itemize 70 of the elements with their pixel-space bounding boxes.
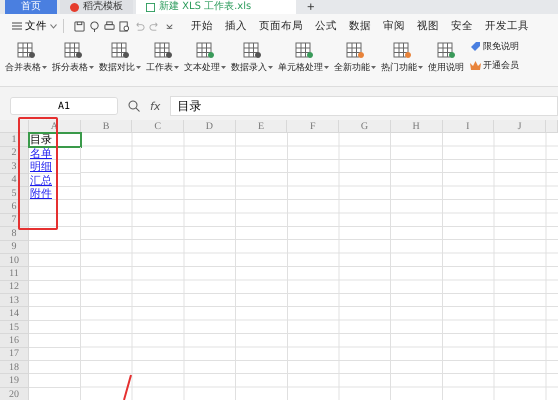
column-header[interactable]: G — [339, 120, 391, 134]
row-header[interactable]: 12 — [0, 280, 29, 294]
tag-icon — [470, 41, 481, 52]
sheet-link[interactable]: 明细 — [30, 160, 52, 174]
row-header[interactable]: 10 — [0, 254, 29, 268]
column-header[interactable]: I — [442, 120, 494, 134]
column-header[interactable]: E — [236, 120, 288, 134]
row-header[interactable]: 13 — [0, 294, 29, 308]
row-header[interactable]: 14 — [0, 307, 29, 321]
menu-tab[interactable]: 视图 — [411, 19, 445, 33]
ribbon-button[interactable]: 合并表格 — [4, 40, 48, 74]
menu-tab[interactable]: 审阅 — [377, 19, 411, 33]
save-icon[interactable] — [74, 20, 85, 32]
column-header[interactable]: J — [494, 120, 546, 134]
file-menu[interactable]: 文件 — [6, 19, 64, 33]
ribbon-button[interactable]: 数据对比 — [98, 40, 142, 74]
menu-tab[interactable]: 安全 — [445, 19, 479, 33]
column-header[interactable]: F — [287, 120, 340, 134]
menu-tab[interactable]: 数据 — [343, 19, 377, 33]
sheet-link[interactable]: 汇总 — [30, 174, 52, 187]
row-header[interactable]: 11 — [0, 267, 29, 281]
ribbon-button[interactable]: 文本处理 — [183, 40, 227, 74]
menu-tab[interactable]: 公式 — [309, 19, 343, 33]
row-header[interactable]: 20 — [0, 388, 29, 400]
menu-tab[interactable]: 页面布局 — [253, 19, 309, 33]
column-header[interactable]: H — [390, 120, 442, 134]
ribbon-button[interactable]: 单元格处理 — [277, 40, 330, 74]
preview-icon[interactable] — [119, 20, 130, 32]
sheet-link[interactable]: 附件 — [30, 186, 52, 200]
row-header[interactable]: 16 — [0, 334, 29, 348]
row-header[interactable]: 18 — [0, 361, 29, 374]
spreadsheet-icon — [146, 2, 155, 12]
crown-icon — [470, 61, 481, 70]
promo-link[interactable]: 开通会员 — [470, 59, 519, 72]
ribbon-button[interactable]: 使用说明 — [427, 40, 465, 74]
ribbon-button[interactable]: 数据录入 — [230, 40, 274, 74]
menu-icon — [12, 22, 22, 30]
row-header[interactable]: 8 — [0, 227, 29, 241]
formula-field[interactable]: 目录 — [170, 96, 558, 116]
new-tab-button[interactable]: + — [299, 0, 323, 14]
row-header[interactable]: 17 — [0, 348, 29, 362]
document-tab[interactable]: 新建 XLS 工作表.xls — [136, 0, 296, 14]
cell-text: 目录 — [30, 133, 52, 146]
row-header[interactable]: 19 — [0, 374, 29, 388]
cell-reference-field[interactable]: A1 — [10, 97, 118, 115]
row-header[interactable]: 15 — [0, 320, 29, 334]
menu-tab[interactable]: 开发工具 — [479, 19, 535, 33]
row-header[interactable]: 3 — [0, 160, 29, 174]
function-label[interactable]: fx — [150, 100, 160, 112]
ribbon-button[interactable]: 工作表 — [145, 40, 180, 74]
logo-icon — [70, 2, 79, 12]
document-tab[interactable]: 稻壳模板 — [60, 0, 133, 14]
column-header[interactable]: B — [80, 120, 132, 134]
menu-tab[interactable]: 开始 — [185, 19, 219, 33]
ribbon-button[interactable]: 全新功能 — [333, 40, 377, 74]
ribbon-button[interactable]: 热门功能 — [380, 40, 424, 74]
sheet-link[interactable]: 名单 — [30, 146, 52, 160]
promo-link[interactable]: 限免说明 — [470, 40, 519, 53]
zoom-icon[interactable] — [128, 100, 140, 112]
document-tab[interactable]: 首页 — [5, 0, 57, 14]
print-icon[interactable] — [104, 20, 115, 32]
column-header[interactable]: D — [184, 120, 236, 134]
row-header[interactable]: 9 — [0, 240, 29, 254]
menu-tab[interactable]: 插入 — [219, 19, 253, 33]
column-header[interactable]: C — [132, 120, 184, 134]
caret-icon — [50, 24, 57, 28]
ribbon-button[interactable]: 拆分表格 — [51, 40, 95, 74]
select-all-corner[interactable] — [0, 120, 29, 134]
annotation-line — [123, 374, 132, 400]
row-header[interactable]: 6 — [0, 200, 29, 214]
